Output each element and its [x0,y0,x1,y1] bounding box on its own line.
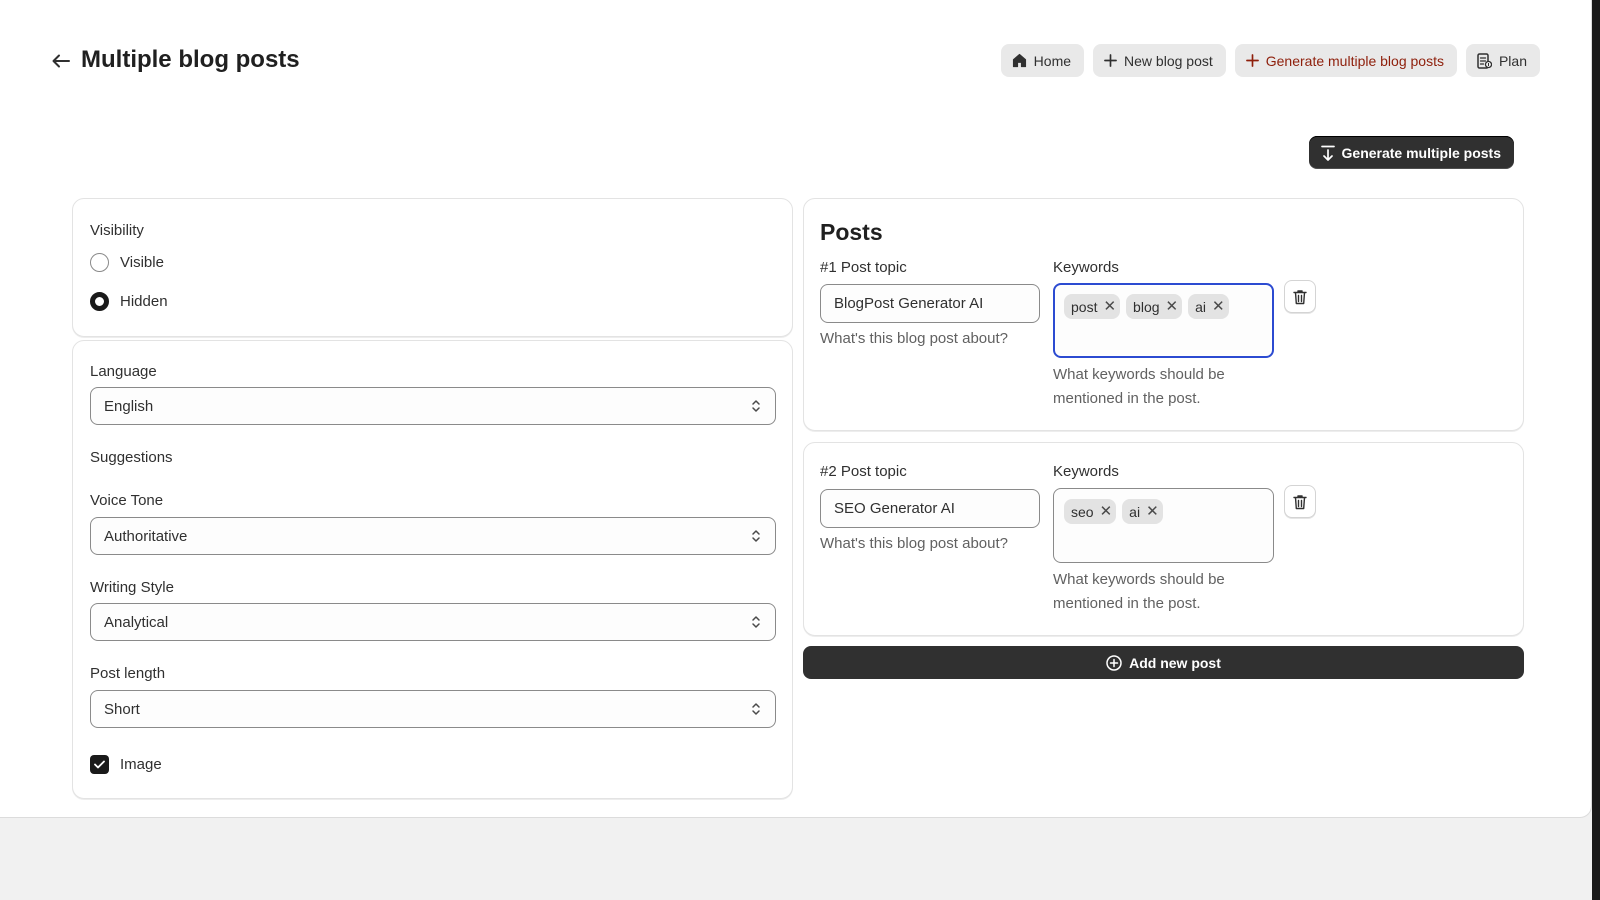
home-icon [1012,53,1026,68]
plan-button[interactable]: Plan [1465,44,1540,77]
arrow-left-icon [52,54,70,68]
posts-title: Posts [820,219,883,245]
remove-tag-icon[interactable]: ✕ [1146,504,1159,519]
language-value: English [104,397,154,415]
keywords-help: What keywords should be mentioned in the… [1053,363,1225,411]
language-select[interactable]: English [90,387,776,425]
voice-tone-label: Voice Tone [90,492,164,509]
app-frame: Multiple blog posts Home New blog post G… [0,0,1592,818]
new-blog-post-label: New blog post [1124,52,1213,69]
radio-visible-label: Visible [120,254,164,271]
posts-card: Posts #1 Post topic BlogPost Generator A… [803,198,1524,431]
keywords-help: What keywords should be mentioned in the… [1053,568,1225,616]
post-length-label: Post length [90,665,166,682]
remove-tag-icon[interactable]: ✕ [1166,299,1179,314]
image-checkbox-row[interactable]: Image [90,755,162,774]
generate-multiple-blog-posts-button[interactable]: Generate multiple blog posts [1234,44,1457,77]
post-length-value: Short [104,700,140,718]
select-chevron-icon [752,400,760,412]
writing-style-select[interactable]: Analytical [90,603,776,641]
radio-hidden[interactable]: Hidden [90,292,168,311]
post-topic-label: #1 Post topic [820,259,907,276]
header-actions: Home New blog post Generate multiple blo… [1000,44,1540,77]
post-topic-input[interactable]: BlogPost Generator AI [820,284,1040,323]
import-icon [1320,145,1335,161]
keywords-label: Keywords [1053,259,1119,276]
delete-post-button[interactable] [1284,485,1316,518]
image-checkbox[interactable] [90,755,109,774]
keywords-help-line: mentioned in the post. [1053,390,1201,407]
visibility-card: Visibility Visible Hidden [72,198,793,337]
remove-tag-icon[interactable]: ✕ [1100,504,1113,519]
keyword-tag-label: ai [1195,298,1206,315]
add-new-post-label: Add new post [1129,654,1221,671]
trash-icon [1293,289,1307,304]
keyword-tag: ai ✕ [1188,294,1229,319]
new-blog-post-button[interactable]: New blog post [1093,44,1226,77]
visibility-label: Visibility [90,222,144,239]
post-topic-help: What's this blog post about? [820,535,1008,552]
radio-button[interactable] [90,253,109,272]
voice-tone-value: Authoritative [104,527,188,545]
settings-card: Language English Suggestions Voice Tone … [72,340,793,799]
keyword-tag: post ✕ [1064,294,1121,319]
back-button[interactable] [48,48,74,74]
post-card: #2 Post topic SEO Generator AI What's th… [803,442,1524,636]
keyword-tag-label: post [1071,298,1098,315]
keyword-tag-label: ai [1129,503,1141,520]
trash-icon [1293,494,1307,509]
keywords-help-line: mentioned in the post. [1053,595,1201,612]
post-topic-value: BlogPost Generator AI [834,295,984,312]
generate-multiple-posts-button[interactable]: Generate multiple posts [1308,136,1514,169]
plan-button-label: Plan [1498,52,1527,69]
select-chevron-icon [752,616,760,628]
plan-icon [1477,52,1492,69]
post-length-select[interactable]: Short [90,690,776,728]
home-button-label: Home [1033,52,1072,69]
suggestions-label: Suggestions [90,449,173,466]
radio-button-selected[interactable] [90,292,109,311]
checkmark-icon [94,760,105,769]
keywords-label: Keywords [1053,463,1119,480]
language-label: Language [90,363,157,380]
select-chevron-icon [752,530,760,542]
keyword-tag-label: blog [1133,298,1160,315]
add-new-post-button[interactable]: Add new post [803,646,1524,679]
writing-style-label: Writing Style [90,579,174,596]
plus-icon [1245,54,1259,67]
keyword-tag: seo ✕ [1064,499,1117,524]
keywords-input[interactable]: post ✕ blog ✕ ai ✕ [1053,283,1274,358]
radio-visible[interactable]: Visible [90,253,164,272]
image-checkbox-label: Image [120,756,162,773]
post-topic-value: SEO Generator AI [834,500,955,517]
keywords-input[interactable]: seo ✕ ai ✕ [1053,488,1274,563]
writing-style-value: Analytical [104,613,169,631]
remove-tag-icon[interactable]: ✕ [1103,299,1116,314]
plus-circle-icon [1106,654,1122,671]
post-topic-label: #2 Post topic [820,463,907,480]
home-button[interactable]: Home [1000,44,1085,77]
remove-tag-icon[interactable]: ✕ [1212,299,1225,314]
keyword-tag-label: seo [1071,503,1094,520]
post-topic-help: What's this blog post about? [820,330,1008,347]
plus-icon [1104,54,1117,67]
voice-tone-select[interactable]: Authoritative [90,517,776,555]
window-edge [1592,0,1600,900]
select-chevron-icon [752,703,760,715]
keyword-tag: ai ✕ [1122,499,1163,524]
delete-post-button[interactable] [1284,280,1316,313]
generate-multiple-posts-label: Generate multiple posts [1341,144,1501,161]
post-topic-input[interactable]: SEO Generator AI [820,489,1040,528]
generate-multiple-blog-posts-label: Generate multiple blog posts [1265,52,1444,69]
keywords-help-line: What keywords should be [1053,571,1225,588]
radio-hidden-label: Hidden [120,293,168,310]
keywords-help-line: What keywords should be [1053,366,1225,383]
page-title: Multiple blog posts [81,46,300,73]
keyword-tag: blog ✕ [1126,294,1183,319]
